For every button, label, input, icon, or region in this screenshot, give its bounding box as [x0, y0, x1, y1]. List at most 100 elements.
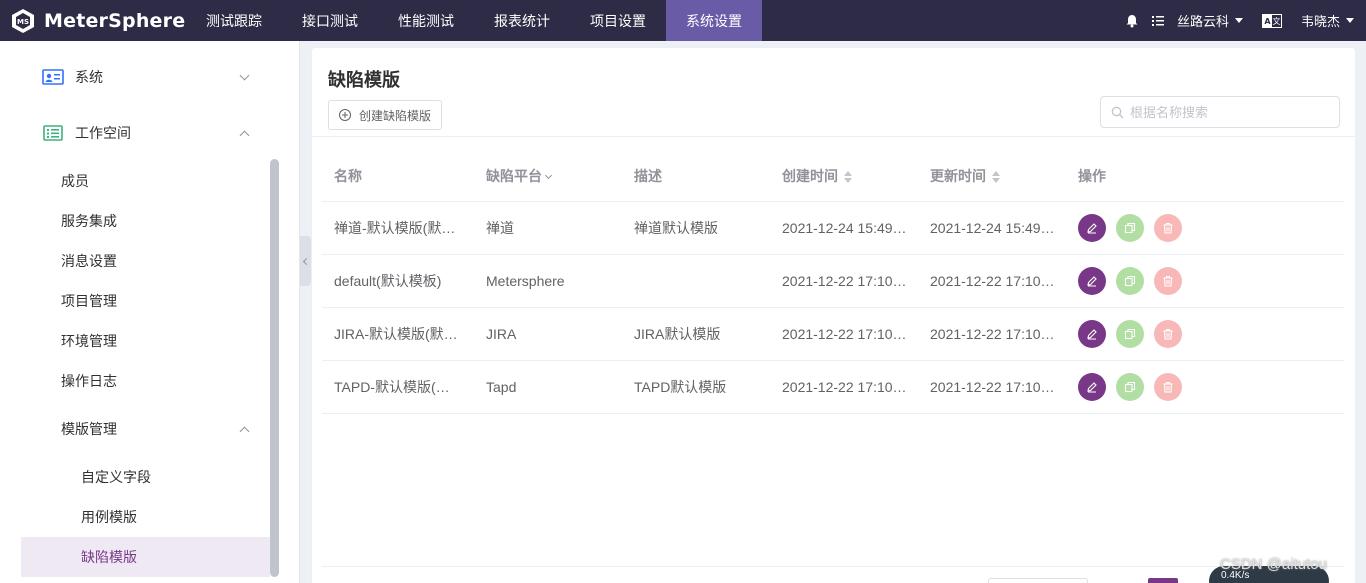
edit-button[interactable]: [1078, 214, 1106, 242]
trash-icon: [1163, 382, 1173, 393]
edit-button[interactable]: [1078, 267, 1106, 295]
sidebar-scrollbar[interactable]: [270, 159, 279, 577]
search-box[interactable]: [1100, 96, 1340, 128]
page-size-select[interactable]: [988, 578, 1088, 583]
cell-create-time: 2021-12-22 17:10…: [782, 273, 907, 289]
table-row[interactable]: 禅道-默认模版(默认模板) 禅道 禅道默认模版 2021-12-24 15:49…: [322, 202, 1344, 255]
cell-update-time: 2021-12-24 15:49…: [930, 220, 1055, 236]
copy-icon: [1124, 381, 1136, 393]
sidebar-item-case-template[interactable]: 用例模版: [0, 497, 270, 537]
trash-icon: [1163, 329, 1173, 340]
bell-icon[interactable]: [1124, 13, 1140, 29]
delete-button[interactable]: [1154, 320, 1182, 348]
task-list-icon[interactable]: [1150, 13, 1166, 29]
trash-icon: [1163, 276, 1173, 287]
cell-operations: [1078, 373, 1278, 401]
create-button-label: 创建缺陷模版: [359, 108, 432, 123]
delete-button[interactable]: [1154, 267, 1182, 295]
nav-project-settings[interactable]: 项目设置: [570, 0, 666, 41]
svg-text:A: A: [1264, 17, 1271, 26]
divider: [322, 566, 1344, 567]
column-header-create-time[interactable]: 创建时间: [782, 166, 910, 186]
sidebar-item-custom-fields[interactable]: 自定义字段: [0, 457, 270, 497]
table-row[interactable]: TAPD-默认模版(默认模板) Tapd TAPD默认模版 2021-12-22…: [322, 361, 1344, 414]
column-header-label: 更新时间: [930, 167, 986, 184]
column-header-operations: 操作: [1078, 167, 1106, 184]
svg-text:MS: MS: [17, 18, 29, 26]
main-card: 缺陷模版 创建缺陷模版 名称 缺陷平台 描述 创建时间 更新时间 操作 禅道-默…: [311, 47, 1356, 583]
table-row[interactable]: default(默认模板) Metersphere 2021-12-22 17:…: [322, 255, 1344, 308]
copy-icon: [1124, 328, 1136, 340]
delete-button[interactable]: [1154, 214, 1182, 242]
table-row[interactable]: JIRA-默认模版(默认模板) JIRA JIRA默认模版 2021-12-22…: [322, 308, 1344, 361]
language-icon[interactable]: A文: [1261, 13, 1282, 29]
column-header-name[interactable]: 名称: [334, 166, 462, 186]
copy-button[interactable]: [1116, 267, 1144, 295]
sidebar-item-issue-template[interactable]: 缺陷模版: [21, 537, 270, 577]
watermark: CSDN @aitutou: [1220, 556, 1327, 573]
create-issue-template-button[interactable]: 创建缺陷模版: [328, 100, 442, 130]
sort-icon[interactable]: [992, 170, 1000, 183]
pagination-current-page[interactable]: [1148, 578, 1178, 583]
table-header-row: 名称 缺陷平台 描述 创建时间 更新时间 操作: [322, 150, 1344, 202]
add-circle-icon: [339, 109, 351, 121]
cell-name: JIRA-默认模版(默认模板): [334, 326, 462, 342]
sidebar-item-message-settings[interactable]: 消息设置: [0, 241, 270, 281]
chevron-down-icon[interactable]: [1346, 18, 1354, 23]
cell-update-time: 2021-12-22 17:10…: [930, 273, 1055, 289]
cell-create-time: 2021-12-22 17:10…: [782, 326, 907, 342]
workspace-switcher[interactable]: 丝路云科: [1177, 11, 1229, 30]
nav-system-settings[interactable]: 系统设置: [666, 0, 762, 41]
sidebar-group-label: 模版管理: [61, 421, 117, 437]
sidebar-group-template-management[interactable]: 模版管理: [0, 401, 270, 457]
sidebar-item-service-integration[interactable]: 服务集成: [0, 201, 270, 241]
column-header-update-time[interactable]: 更新时间: [930, 166, 1058, 186]
sort-icon[interactable]: [844, 170, 852, 183]
top-navbar: MS MeterSphere 测试跟踪 接口测试 性能测试 报表统计 项目设置 …: [0, 0, 1366, 41]
filter-chevron-icon[interactable]: [544, 171, 553, 179]
chevron-down-icon: [239, 70, 250, 80]
copy-button[interactable]: [1116, 214, 1144, 242]
edit-icon: [1087, 223, 1097, 234]
search-icon: [1111, 106, 1124, 118]
edit-icon: [1087, 276, 1097, 287]
edit-button[interactable]: [1078, 373, 1106, 401]
delete-button[interactable]: [1154, 373, 1182, 401]
edit-icon: [1087, 329, 1097, 340]
divider: [312, 136, 1355, 137]
sidebar-group-system[interactable]: 系统: [0, 49, 280, 105]
cell-create-time: 2021-12-24 15:49…: [782, 220, 907, 236]
top-right-tools: 丝路云科 A文 韦晓杰: [1119, 0, 1366, 41]
column-header-description: 描述: [634, 167, 662, 184]
cell-description: 禅道默认模版: [634, 220, 718, 236]
sidebar-group-workspace[interactable]: 工作空间: [0, 105, 280, 161]
copy-icon: [1124, 275, 1136, 287]
column-header-label: 缺陷平台: [486, 167, 542, 184]
edit-icon: [1087, 382, 1097, 393]
copy-button[interactable]: [1116, 320, 1144, 348]
app-logo[interactable]: MS MeterSphere: [0, 0, 186, 41]
edit-button[interactable]: [1078, 320, 1106, 348]
chevron-up-icon: [239, 130, 250, 140]
column-header-platform[interactable]: 缺陷平台: [486, 166, 616, 186]
cell-description: TAPD默认模版: [634, 379, 727, 395]
svg-text:文: 文: [1272, 16, 1280, 26]
copy-button[interactable]: [1116, 373, 1144, 401]
user-menu[interactable]: 韦晓杰: [1301, 11, 1340, 30]
nav-performance-test[interactable]: 性能测试: [378, 0, 474, 41]
sidebar-item-members[interactable]: 成员: [0, 161, 270, 201]
nav-test-tracking[interactable]: 测试跟踪: [186, 0, 282, 41]
search-input[interactable]: [1130, 104, 1330, 120]
chevron-down-icon[interactable]: [1234, 18, 1243, 23]
page-title: 缺陷模版: [328, 70, 400, 90]
sidebar-item-operation-log[interactable]: 操作日志: [0, 361, 270, 401]
sidebar-item-project-management[interactable]: 项目管理: [0, 281, 270, 321]
sidebar-collapse-handle[interactable]: [300, 236, 311, 286]
list-icon: [43, 125, 63, 141]
cell-name: 禅道-默认模版(默认模板): [334, 220, 462, 236]
nav-api-test[interactable]: 接口测试: [282, 0, 378, 41]
cell-update-time: 2021-12-22 17:10…: [930, 326, 1055, 342]
nav-reports[interactable]: 报表统计: [474, 0, 570, 41]
main-nav: 测试跟踪 接口测试 性能测试 报表统计 项目设置 系统设置: [186, 0, 762, 41]
sidebar-item-environment-management[interactable]: 环境管理: [0, 321, 270, 361]
